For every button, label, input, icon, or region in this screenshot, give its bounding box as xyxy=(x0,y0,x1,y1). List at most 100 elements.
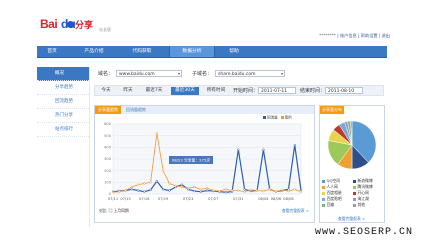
sidebar-item-site-ranking[interactable]: 站点排行 xyxy=(37,123,89,137)
data-point xyxy=(180,185,184,189)
x-tick-label: 08/06 xyxy=(271,197,282,201)
data-point xyxy=(130,185,133,189)
nav-home[interactable]: 首页 xyxy=(37,46,67,57)
nav-data-analysis[interactable]: 数据分析 xyxy=(169,46,215,57)
chart-tabs: 分享量趋势 回流量趋势 xyxy=(95,106,314,114)
nav-code[interactable]: 代码获取 xyxy=(121,46,163,57)
chevron-down-icon xyxy=(281,73,283,75)
legend-label-2: 图片 xyxy=(285,115,293,120)
x-tick-label: 08/08 xyxy=(283,197,294,201)
data-point xyxy=(130,188,133,191)
x-tick-label: 08/04 xyxy=(258,197,269,201)
pie-legend-item: 开心网 xyxy=(353,190,369,195)
nav-help[interactable]: 帮助 xyxy=(219,46,249,57)
subdomain-value: share.baidu.com xyxy=(218,72,256,77)
legend-swatch-2 xyxy=(281,116,284,119)
sidebar-item-hot-shares[interactable]: 热门分享 xyxy=(37,109,89,123)
end-date-label: 结束时间： xyxy=(300,87,326,94)
pie-legend-item: 腾讯微博 xyxy=(353,184,373,189)
user-name: ******** xyxy=(319,33,336,38)
nav-product[interactable]: 产品介绍 xyxy=(73,46,115,57)
range-30days-button[interactable]: 最近30天 xyxy=(171,87,199,95)
logo-subtitle: 站长版 xyxy=(99,27,111,32)
data-point xyxy=(293,143,296,147)
data-point xyxy=(168,182,171,185)
range-today-button[interactable]: 今天 xyxy=(97,87,115,95)
legend-label: 百度相册 xyxy=(326,190,342,195)
data-point xyxy=(224,191,227,194)
data-point xyxy=(118,190,121,193)
pie-report-link[interactable]: 查看完整报表 > xyxy=(338,216,365,221)
data-point xyxy=(274,190,278,193)
chevron-down-icon xyxy=(178,73,180,75)
data-point xyxy=(187,187,190,190)
sidebar: 概况 分享趋势 回流趋势 热门分享 站点排行 xyxy=(37,67,89,227)
data-point xyxy=(199,188,202,191)
sidebar-item-overview[interactable]: 概况 xyxy=(37,67,89,81)
data-point xyxy=(143,190,146,193)
data-point xyxy=(237,148,240,151)
watermark-text: www.SEOSERP.CN xyxy=(314,227,413,238)
subdomain-select[interactable]: share.baidu.com xyxy=(215,70,285,77)
compare-checkbox[interactable] xyxy=(108,208,113,213)
tab-share-trend[interactable]: 分享量趋势 xyxy=(95,106,121,114)
paw-icon xyxy=(67,21,74,28)
pie-legend-item: 淘江湖 xyxy=(353,196,369,201)
data-point xyxy=(299,190,303,193)
y-tick-label: 600 xyxy=(104,122,112,126)
trend-chart-panel: 分享量趋势 回流量趋势 600 500 400 300 200 100 0 07/11 07/1… xyxy=(94,105,315,223)
pie-legend-item: QQ空间 xyxy=(322,178,340,183)
data-point xyxy=(136,189,140,192)
x-tick-label: 07/31 xyxy=(233,197,243,201)
range-yesterday-button[interactable]: 昨天 xyxy=(119,87,137,95)
data-point xyxy=(155,132,159,135)
data-point xyxy=(255,189,259,192)
domain-select[interactable]: www.baidu.com xyxy=(116,70,182,77)
compare-checkbox-label: 上月同期 xyxy=(114,208,129,213)
data-point xyxy=(143,182,146,185)
tooltip-text: 08/23 分享量：275次 xyxy=(172,158,211,163)
page: Bai du 分享 站长版 ******** | 账户信息 | 帮助设置 | 退… xyxy=(0,0,423,244)
legend-swatch xyxy=(322,197,325,201)
end-date-input[interactable]: 2011-08-10 xyxy=(325,87,363,94)
start-date-input[interactable]: 2011-07-11 xyxy=(258,87,296,94)
range-7days-button[interactable]: 最近7天 xyxy=(141,87,167,95)
data-point xyxy=(199,190,202,193)
y-tick-label: 100 xyxy=(104,181,112,185)
legend-swatch xyxy=(322,191,325,195)
legend-label: 腾讯微博 xyxy=(357,184,373,189)
logo-product: 分享 xyxy=(75,21,94,31)
legend-label: 人人网 xyxy=(326,184,338,189)
sidebar-item-return-trend[interactable]: 回流趋势 xyxy=(37,95,89,109)
range-all-button[interactable]: 所有时间 xyxy=(203,87,229,95)
data-point xyxy=(262,189,265,193)
data-point xyxy=(249,188,253,192)
data-point xyxy=(193,185,196,189)
y-tick-label: 0 xyxy=(109,192,112,196)
report-link[interactable]: 查看完整报表 > xyxy=(282,208,309,213)
data-point xyxy=(174,184,177,187)
data-point xyxy=(237,189,240,192)
data-point xyxy=(281,188,284,192)
domain-label: 域名： xyxy=(98,71,114,77)
data-point xyxy=(124,189,127,192)
account-links[interactable]: | 账户信息 | 帮助设置 | 退出 xyxy=(337,33,390,38)
data-point xyxy=(218,189,221,193)
pie-legend-item: 其他 xyxy=(353,202,365,207)
tab-return-trend[interactable]: 回流量趋势 xyxy=(123,106,149,114)
domain-value: www.baidu.com xyxy=(119,72,155,77)
data-point xyxy=(161,188,165,191)
legend-label: 百度贴吧 xyxy=(326,196,342,201)
data-point xyxy=(161,169,165,172)
x-tick-label: 07/13 xyxy=(120,197,130,201)
pie-legend: QQ空间 新浪微博 人人网 腾讯微博 百度相册 开心网 百度贴吧 淘江湖 豆瓣 其他 xyxy=(322,178,384,214)
data-point xyxy=(268,188,271,191)
legend-swatch xyxy=(322,185,325,189)
data-point xyxy=(293,188,296,191)
main-nav: 首页 产品介绍 代码获取 数据分析 帮助 xyxy=(37,46,387,58)
main-content: 域名： www.baidu.com 子域名： share.baidu.com 今… xyxy=(89,67,388,227)
baidu-share-logo[interactable]: Bai du 分享 站长版 xyxy=(40,17,111,33)
legend-label-1: 回流量 xyxy=(267,115,278,120)
pie-tab[interactable]: 分享量分布 xyxy=(320,106,344,114)
sidebar-item-share-trend[interactable]: 分享趋势 xyxy=(37,81,89,95)
